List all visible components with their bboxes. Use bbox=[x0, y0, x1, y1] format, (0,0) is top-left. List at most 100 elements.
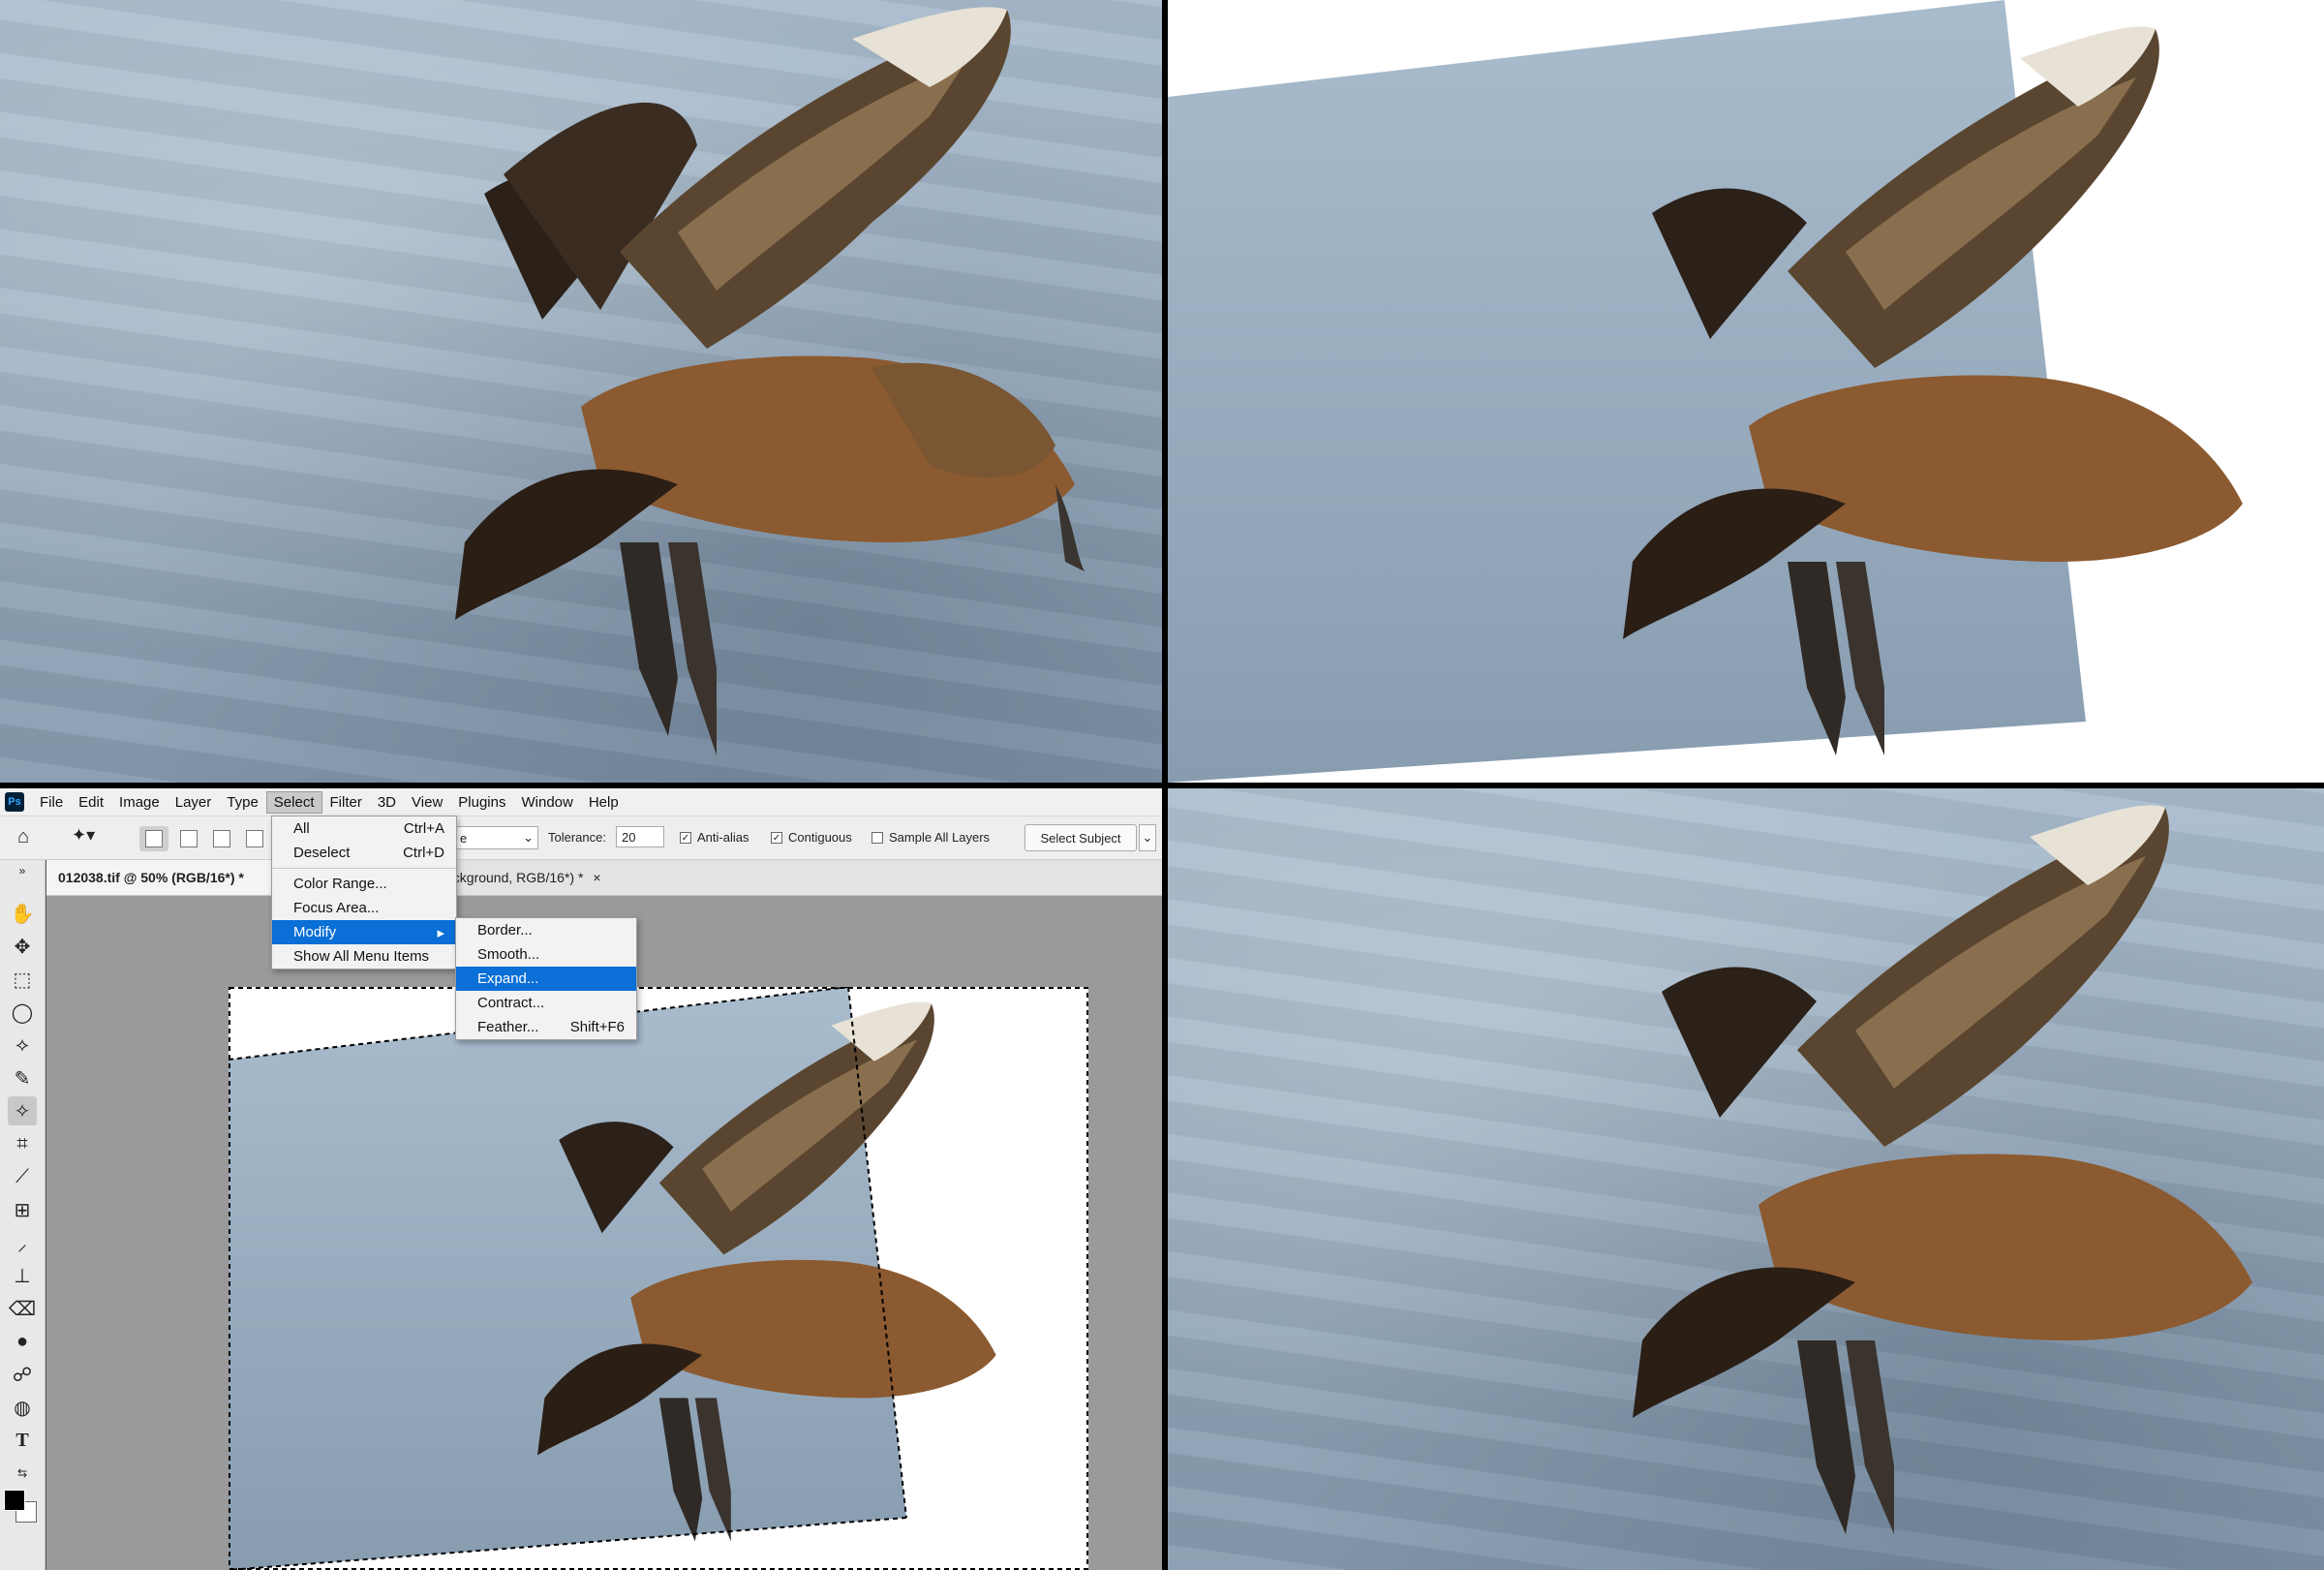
swap-colors-icon[interactable]: ⇆ bbox=[8, 1459, 37, 1488]
rotated-image bbox=[1168, 0, 2243, 783]
menu-item-contract[interactable]: Contract... bbox=[456, 991, 636, 1015]
menu-item-feather[interactable]: Feather... Shift+F6 bbox=[456, 1015, 636, 1039]
menubar: Ps File Edit Image Layer Type Select Fil… bbox=[0, 788, 1162, 816]
modify-submenu: Border... Smooth... Expand... Contract..… bbox=[455, 917, 637, 1040]
menu-item-smooth[interactable]: Smooth... bbox=[456, 942, 636, 967]
home-icon[interactable]: ⌂ bbox=[17, 826, 29, 848]
anti-alias-checkbox[interactable]: ✓ Anti-alias bbox=[680, 830, 749, 845]
menu-item-all[interactable]: All Ctrl+A bbox=[272, 816, 456, 841]
document-canvas[interactable] bbox=[229, 987, 1088, 1570]
tab-document-1[interactable]: 012038.tif @ 50% (RGB/16*) * bbox=[46, 860, 302, 895]
menu-window[interactable]: Window bbox=[513, 791, 580, 814]
photoshop-window: Ps File Edit Image Layer Type Select Fil… bbox=[0, 788, 1162, 1570]
sample-all-layers-checkbox[interactable]: Sample All Layers bbox=[872, 830, 990, 845]
type-tool-icon[interactable]: T bbox=[8, 1426, 37, 1455]
menu-item-shortcut: Ctrl+A bbox=[403, 820, 444, 837]
subtract-selection-button[interactable] bbox=[213, 830, 230, 847]
menu-item-label: Deselect bbox=[293, 845, 351, 861]
move-tool-icon[interactable]: ✥ bbox=[8, 932, 37, 961]
smudge-tool-icon[interactable]: ☍ bbox=[8, 1360, 37, 1389]
sample-all-layers-label: Sample All Layers bbox=[889, 830, 991, 845]
menu-layer[interactable]: Layer bbox=[168, 791, 220, 814]
menu-item-modify[interactable]: Modify ▸ bbox=[272, 920, 456, 944]
intersect-selection-icon bbox=[246, 830, 263, 847]
menu-item-label: Smooth... bbox=[477, 946, 540, 963]
menu-item-expand[interactable]: Expand... bbox=[456, 967, 636, 991]
checkbox-checked-icon: ✓ bbox=[771, 831, 782, 844]
contiguous-checkbox[interactable]: ✓ Contiguous bbox=[771, 830, 852, 845]
clone-stamp-icon[interactable]: ⊥ bbox=[8, 1261, 37, 1290]
document-tabs: 012038.tif @ 50% (RGB/16*) * ackground, … bbox=[46, 860, 1162, 896]
sample-size-value: e bbox=[460, 830, 468, 846]
menu-type[interactable]: Type bbox=[219, 791, 266, 814]
bird-image-result bbox=[1633, 805, 2252, 1534]
menu-select[interactable]: Select bbox=[265, 790, 322, 814]
brush-tool-icon[interactable]: ⸝ bbox=[8, 1228, 37, 1257]
add-selection-icon bbox=[180, 830, 198, 847]
magic-wand-tool-icon[interactable]: ✧ bbox=[8, 1096, 37, 1125]
lasso-tool-icon[interactable]: ◯ bbox=[8, 998, 37, 1027]
options-bar: ⌂ ✦▾ e ⌄ Tolerance: 20 ✓ Anti-alias ✓ Co… bbox=[0, 816, 1162, 860]
menu-item-label: Contract... bbox=[477, 995, 545, 1011]
quick-selection-icon[interactable]: ✎ bbox=[8, 1063, 37, 1093]
menu-view[interactable]: View bbox=[404, 791, 450, 814]
menu-item-border[interactable]: Border... bbox=[456, 918, 636, 942]
burn-tool-icon[interactable]: ● bbox=[8, 1327, 37, 1356]
new-selection-button[interactable] bbox=[139, 826, 168, 851]
select-subject-dropdown-icon[interactable]: ⌄ bbox=[1139, 824, 1156, 851]
hand-tool-icon[interactable]: ✋ bbox=[8, 899, 37, 928]
tab-label: 012038.tif @ 50% (RGB/16*) * bbox=[58, 870, 244, 885]
menu-item-show-all[interactable]: Show All Menu Items bbox=[272, 944, 456, 969]
menu-item-label: Show All Menu Items bbox=[293, 948, 430, 965]
rotated-photo-layer bbox=[229, 987, 1088, 1570]
healing-brush-icon[interactable]: ⊞ bbox=[8, 1195, 37, 1224]
menu-file[interactable]: File bbox=[32, 791, 71, 814]
menu-plugins[interactable]: Plugins bbox=[450, 791, 513, 814]
sponge-tool-icon[interactable]: ◍ bbox=[8, 1393, 37, 1422]
checkbox-checked-icon: ✓ bbox=[680, 831, 691, 844]
menu-help[interactable]: Help bbox=[581, 791, 627, 814]
crop-tool-icon[interactable]: ⌗ bbox=[8, 1129, 37, 1158]
tab-label: ackground, RGB/16*) * bbox=[445, 870, 584, 885]
select-subject-button[interactable]: Select Subject bbox=[1024, 824, 1137, 851]
menu-filter[interactable]: Filter bbox=[322, 791, 370, 814]
menu-item-color-range[interactable]: Color Range... bbox=[272, 872, 456, 896]
new-selection-icon bbox=[145, 830, 163, 847]
chevron-down-icon: ⌄ bbox=[523, 830, 534, 845]
content-aware-fill-result-panel bbox=[1168, 788, 2324, 1570]
submenu-arrow-icon: ▸ bbox=[437, 924, 444, 941]
eraser-tool-icon[interactable]: ⌫ bbox=[8, 1294, 37, 1323]
menu-3d[interactable]: 3D bbox=[370, 791, 404, 814]
close-icon[interactable]: × bbox=[593, 870, 600, 885]
intersect-selection-button[interactable] bbox=[246, 830, 263, 847]
menu-item-shortcut: Shift+F6 bbox=[569, 1019, 625, 1035]
subtract-selection-icon bbox=[213, 830, 230, 847]
collapse-panel-icon[interactable]: » bbox=[8, 864, 37, 877]
sample-size-select[interactable]: e ⌄ bbox=[453, 826, 538, 849]
menu-item-label: Color Range... bbox=[293, 876, 387, 892]
menu-item-label: Border... bbox=[477, 922, 533, 939]
menu-item-label: Focus Area... bbox=[293, 900, 380, 916]
tab-document-2[interactable]: ackground, RGB/16*) * × bbox=[434, 860, 651, 895]
menu-edit[interactable]: Edit bbox=[71, 791, 111, 814]
menu-item-label: All bbox=[293, 820, 310, 837]
menu-item-focus-area[interactable]: Focus Area... bbox=[272, 896, 456, 920]
eyedropper-tool-icon[interactable]: ⟋ bbox=[8, 1162, 37, 1191]
add-to-selection-button[interactable] bbox=[180, 830, 198, 847]
polygonal-lasso-icon[interactable]: ⟡ bbox=[8, 1031, 37, 1060]
anti-alias-label: Anti-alias bbox=[697, 830, 749, 845]
rectangular-marquee-icon[interactable]: ⬚ bbox=[8, 965, 37, 994]
tolerance-input[interactable]: 20 bbox=[616, 826, 664, 847]
magic-wand-preset-icon[interactable]: ✦▾ bbox=[72, 825, 95, 846]
checkbox-empty-icon bbox=[872, 831, 883, 844]
foreground-color-swatch[interactable] bbox=[4, 1490, 25, 1511]
menu-divider bbox=[272, 868, 456, 869]
menu-item-deselect[interactable]: Deselect Ctrl+D bbox=[272, 841, 456, 865]
menu-item-label: Feather... bbox=[477, 1019, 539, 1035]
original-photo-panel bbox=[0, 0, 1162, 783]
tools-panel: » ✋ ✥ ⬚ ◯ ⟡ ✎ ✧ ⌗ ⟋ ⊞ ⸝ ⊥ ⌫ ● ☍ ◍ T ⇆ bbox=[0, 860, 46, 1570]
tolerance-label: Tolerance: bbox=[548, 830, 606, 845]
menu-item-shortcut: Ctrl+D bbox=[403, 845, 444, 861]
rotated-photo-panel bbox=[1168, 0, 2324, 783]
menu-image[interactable]: Image bbox=[111, 791, 168, 814]
